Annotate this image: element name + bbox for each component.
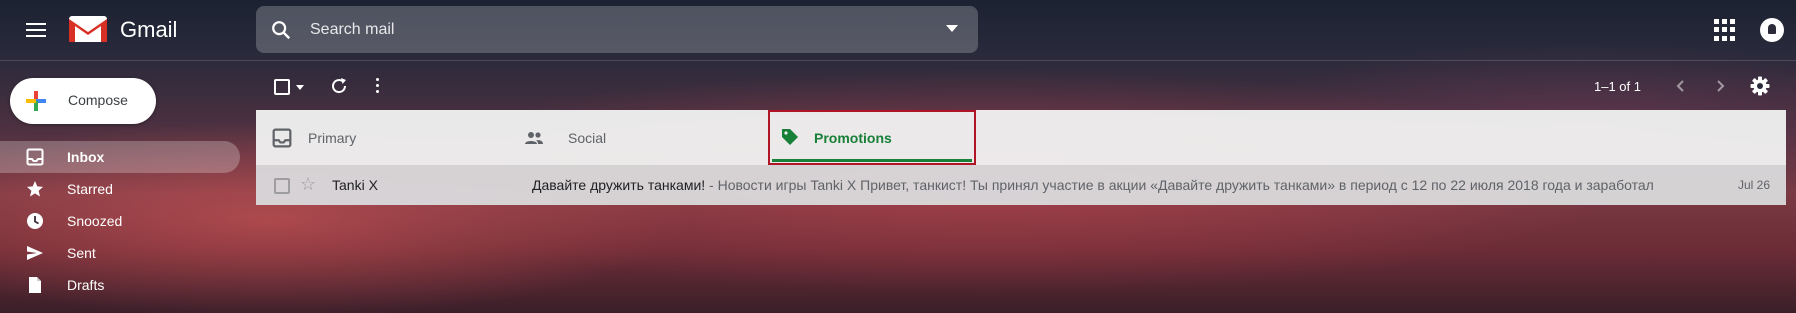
chevron-left-icon[interactable]	[1674, 79, 1688, 93]
more-options-icon[interactable]	[376, 77, 380, 95]
row-checkbox[interactable]	[274, 178, 290, 194]
draft-icon	[29, 277, 41, 293]
tab-label: Primary	[308, 130, 357, 146]
apps-grid-icon[interactable]	[1714, 19, 1736, 41]
tab-promotions[interactable]: Promotions	[768, 110, 976, 165]
send-icon	[27, 246, 43, 260]
tab-label: Promotions	[814, 130, 892, 146]
search-input[interactable]	[308, 16, 912, 44]
top-bar: Gmail	[0, 0, 1796, 61]
table-row[interactable]: ☆ Tanki X Давайте дружить танками! - Нов…	[256, 165, 1786, 205]
message-toolbar: 1–1 of 1	[256, 70, 1786, 104]
compose-label: Compose	[68, 92, 128, 108]
sidebar-item-label: Inbox	[67, 149, 105, 165]
search-options-dropdown-icon[interactable]	[946, 25, 958, 32]
clock-icon	[27, 213, 43, 229]
tab-label: Social	[568, 130, 607, 146]
email-date: Jul 26	[1737, 178, 1770, 192]
email-sender: Tanki X	[332, 177, 378, 193]
sidebar-item-inbox[interactable]: Inbox	[0, 141, 240, 173]
category-tabs: Primary Social Promotions	[256, 110, 1786, 165]
gmail-brand[interactable]: Gmail	[120, 17, 177, 43]
people-icon	[525, 132, 543, 144]
sidebar-item-label: Starred	[67, 181, 113, 197]
refresh-icon[interactable]	[330, 77, 348, 95]
plus-icon	[26, 91, 46, 111]
tag-icon	[782, 129, 798, 145]
sidebar-item-label: Snoozed	[67, 213, 123, 229]
sidebar-item-snoozed[interactable]: Snoozed	[0, 205, 240, 237]
sidebar-item-drafts[interactable]: Drafts	[0, 269, 240, 301]
email-snippet: - Новости игры Tanki X Привет, танкист! …	[705, 177, 1654, 193]
account-avatar[interactable]	[1760, 18, 1784, 42]
search-bar[interactable]	[256, 6, 978, 53]
email-subject-line: Давайте дружить танками! - Новости игры …	[532, 177, 1672, 193]
tab-selected-indicator	[772, 159, 972, 162]
search-icon[interactable]	[270, 19, 292, 41]
sidebar-item-label: Drafts	[67, 277, 105, 293]
inbox-icon	[26, 148, 44, 166]
pagination-count: 1–1 of 1	[1594, 79, 1641, 94]
tab-primary[interactable]: Primary	[256, 110, 508, 165]
select-options-dropdown-icon[interactable]	[296, 85, 304, 90]
star-icon	[27, 181, 43, 197]
inbox-icon	[272, 128, 292, 148]
gear-icon[interactable]	[1750, 76, 1770, 96]
compose-button[interactable]: Compose	[10, 78, 156, 124]
sidebar-item-sent[interactable]: Sent	[0, 237, 240, 269]
main-menu-icon[interactable]	[22, 16, 50, 44]
gmail-logo-icon[interactable]	[68, 14, 108, 44]
sidebar-item-label: Sent	[67, 245, 96, 261]
select-all-checkbox[interactable]	[274, 79, 290, 95]
sidebar-item-starred[interactable]: Starred	[0, 173, 240, 205]
star-icon[interactable]: ☆	[300, 175, 316, 193]
tab-social[interactable]: Social	[508, 110, 760, 165]
email-subject: Давайте дружить танками!	[532, 177, 706, 193]
chevron-right-icon[interactable]	[1713, 79, 1727, 93]
